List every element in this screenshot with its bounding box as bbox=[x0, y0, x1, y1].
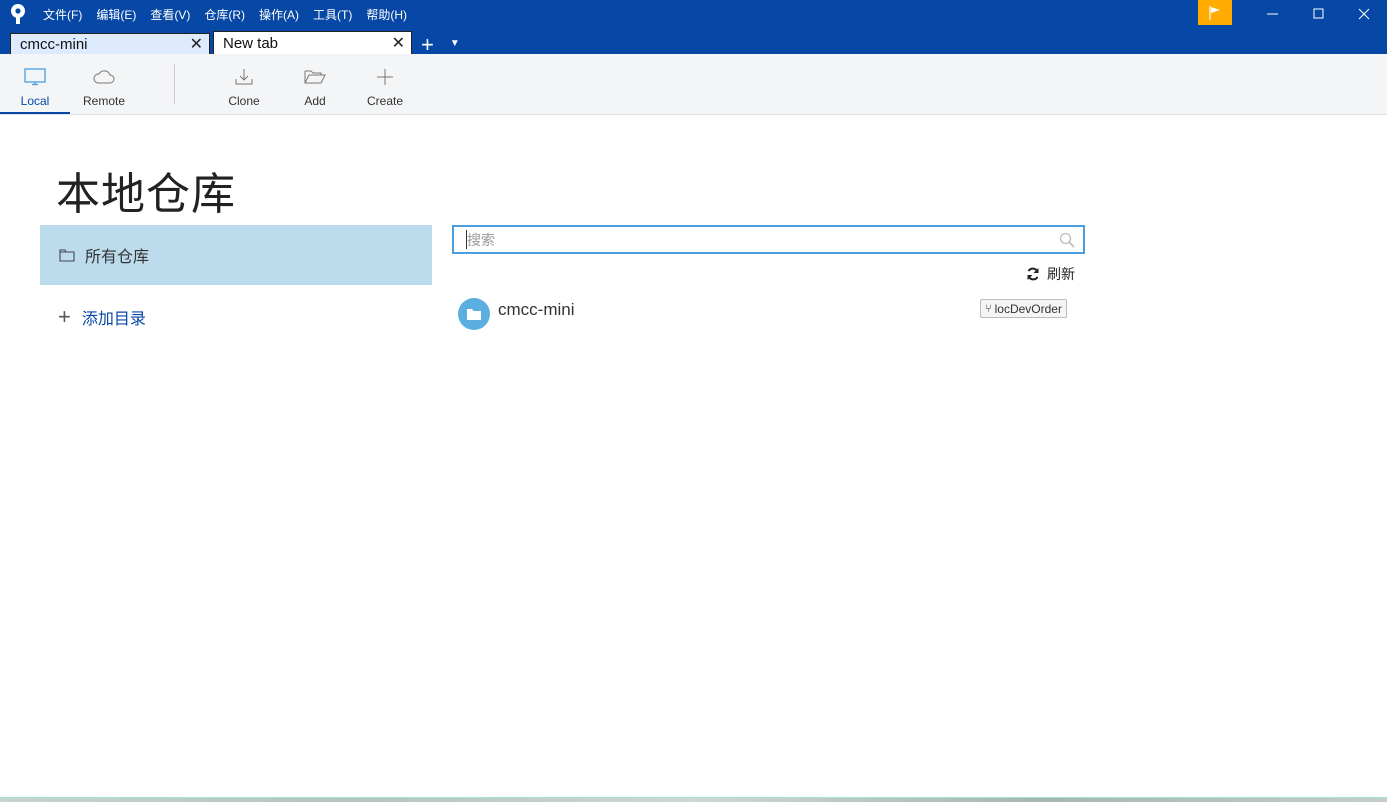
refresh-icon bbox=[1026, 267, 1040, 281]
sidebar-item-label: 所有仓库 bbox=[85, 249, 150, 266]
toolbar-clone-button[interactable]: Clone bbox=[214, 54, 274, 114]
toolbar-add-button[interactable]: Add bbox=[285, 54, 345, 114]
toolbar-remote-button[interactable]: Remote bbox=[74, 54, 134, 114]
folder-icon bbox=[59, 248, 75, 262]
minimize-button[interactable] bbox=[1250, 0, 1296, 28]
maximize-icon bbox=[1313, 8, 1324, 19]
menu-actions[interactable]: 操作(A) bbox=[259, 6, 299, 23]
minimize-icon bbox=[1267, 13, 1278, 15]
title-bar: 文件(F) 编辑(E) 查看(V) 仓库(R) 操作(A) 工具(T) 帮助(H… bbox=[0, 0, 1387, 56]
desktop-background-strip bbox=[0, 797, 1387, 802]
tab-strip: cmcc-mini ✕ New tab ✕ + ▼ bbox=[10, 31, 460, 56]
notifications-button[interactable] bbox=[1198, 0, 1232, 25]
close-tab-icon[interactable]: ✕ bbox=[392, 33, 405, 53]
menu-tools[interactable]: 工具(T) bbox=[313, 6, 352, 23]
add-directory-button[interactable]: + 添加目录 bbox=[58, 305, 146, 329]
branch-icon: ⑂ bbox=[985, 302, 992, 315]
menu-help[interactable]: 帮助(H) bbox=[366, 6, 407, 23]
toolbar-label: Remote bbox=[82, 94, 126, 108]
plus-icon bbox=[376, 66, 394, 88]
search-icon[interactable] bbox=[1059, 232, 1075, 253]
menu-repository[interactable]: 仓库(R) bbox=[204, 6, 245, 23]
tab-list-dropdown-icon[interactable]: ▼ bbox=[450, 38, 460, 49]
repository-name: cmcc-mini bbox=[498, 300, 575, 319]
branch-badge: ⑂ locDevOrder bbox=[980, 299, 1067, 318]
menu-view[interactable]: 查看(V) bbox=[150, 6, 190, 23]
menu-file[interactable]: 文件(F) bbox=[43, 6, 82, 23]
flag-icon bbox=[1209, 5, 1220, 20]
close-window-button[interactable] bbox=[1341, 0, 1387, 28]
sourcetree-logo-icon bbox=[11, 4, 25, 24]
toolbar-create-button[interactable]: Create bbox=[355, 54, 415, 114]
tab-label: New tab bbox=[223, 34, 279, 52]
toolbar-divider bbox=[174, 64, 175, 104]
close-tab-icon[interactable]: ✕ bbox=[190, 34, 203, 54]
tab-cmcc-mini[interactable]: cmcc-mini ✕ bbox=[10, 33, 210, 54]
toolbar-label: Add bbox=[304, 94, 326, 108]
toolbar: Local Remote Clone Add Create bbox=[0, 54, 1387, 115]
refresh-label: 刷新 bbox=[1047, 266, 1075, 282]
sidebar-item-all-repositories[interactable]: 所有仓库 bbox=[40, 225, 432, 285]
add-directory-label: 添加目录 bbox=[81, 311, 146, 328]
toolbar-label: Clone bbox=[228, 94, 260, 108]
download-icon bbox=[234, 66, 254, 88]
folder-open-icon bbox=[304, 66, 326, 88]
repository-list-item[interactable]: cmcc-mini ⑂ locDevOrder bbox=[457, 296, 1082, 332]
maximize-button[interactable] bbox=[1296, 0, 1342, 28]
plus-icon: + bbox=[58, 304, 71, 329]
new-tab-plus-icon[interactable]: + bbox=[421, 34, 434, 56]
cloud-icon bbox=[93, 66, 115, 88]
tab-label: cmcc-mini bbox=[20, 35, 88, 53]
close-icon bbox=[1358, 8, 1370, 20]
menu-edit[interactable]: 编辑(E) bbox=[96, 6, 136, 23]
branch-name: locDevOrder bbox=[994, 301, 1062, 316]
tab-new-tab[interactable]: New tab ✕ bbox=[213, 31, 412, 54]
search-box[interactable] bbox=[452, 225, 1085, 254]
refresh-button[interactable]: 刷新 bbox=[1026, 264, 1075, 284]
toolbar-label: Create bbox=[366, 94, 404, 108]
repository-folder-icon bbox=[458, 298, 490, 330]
page-title: 本地仓库 bbox=[56, 170, 236, 219]
toolbar-label: Local bbox=[20, 94, 50, 108]
toolbar-local-button[interactable]: Local bbox=[0, 54, 70, 114]
monitor-icon bbox=[24, 66, 46, 88]
search-input[interactable] bbox=[466, 230, 1047, 249]
menu-bar: 文件(F) 编辑(E) 查看(V) 仓库(R) 操作(A) 工具(T) 帮助(H… bbox=[43, 6, 421, 23]
